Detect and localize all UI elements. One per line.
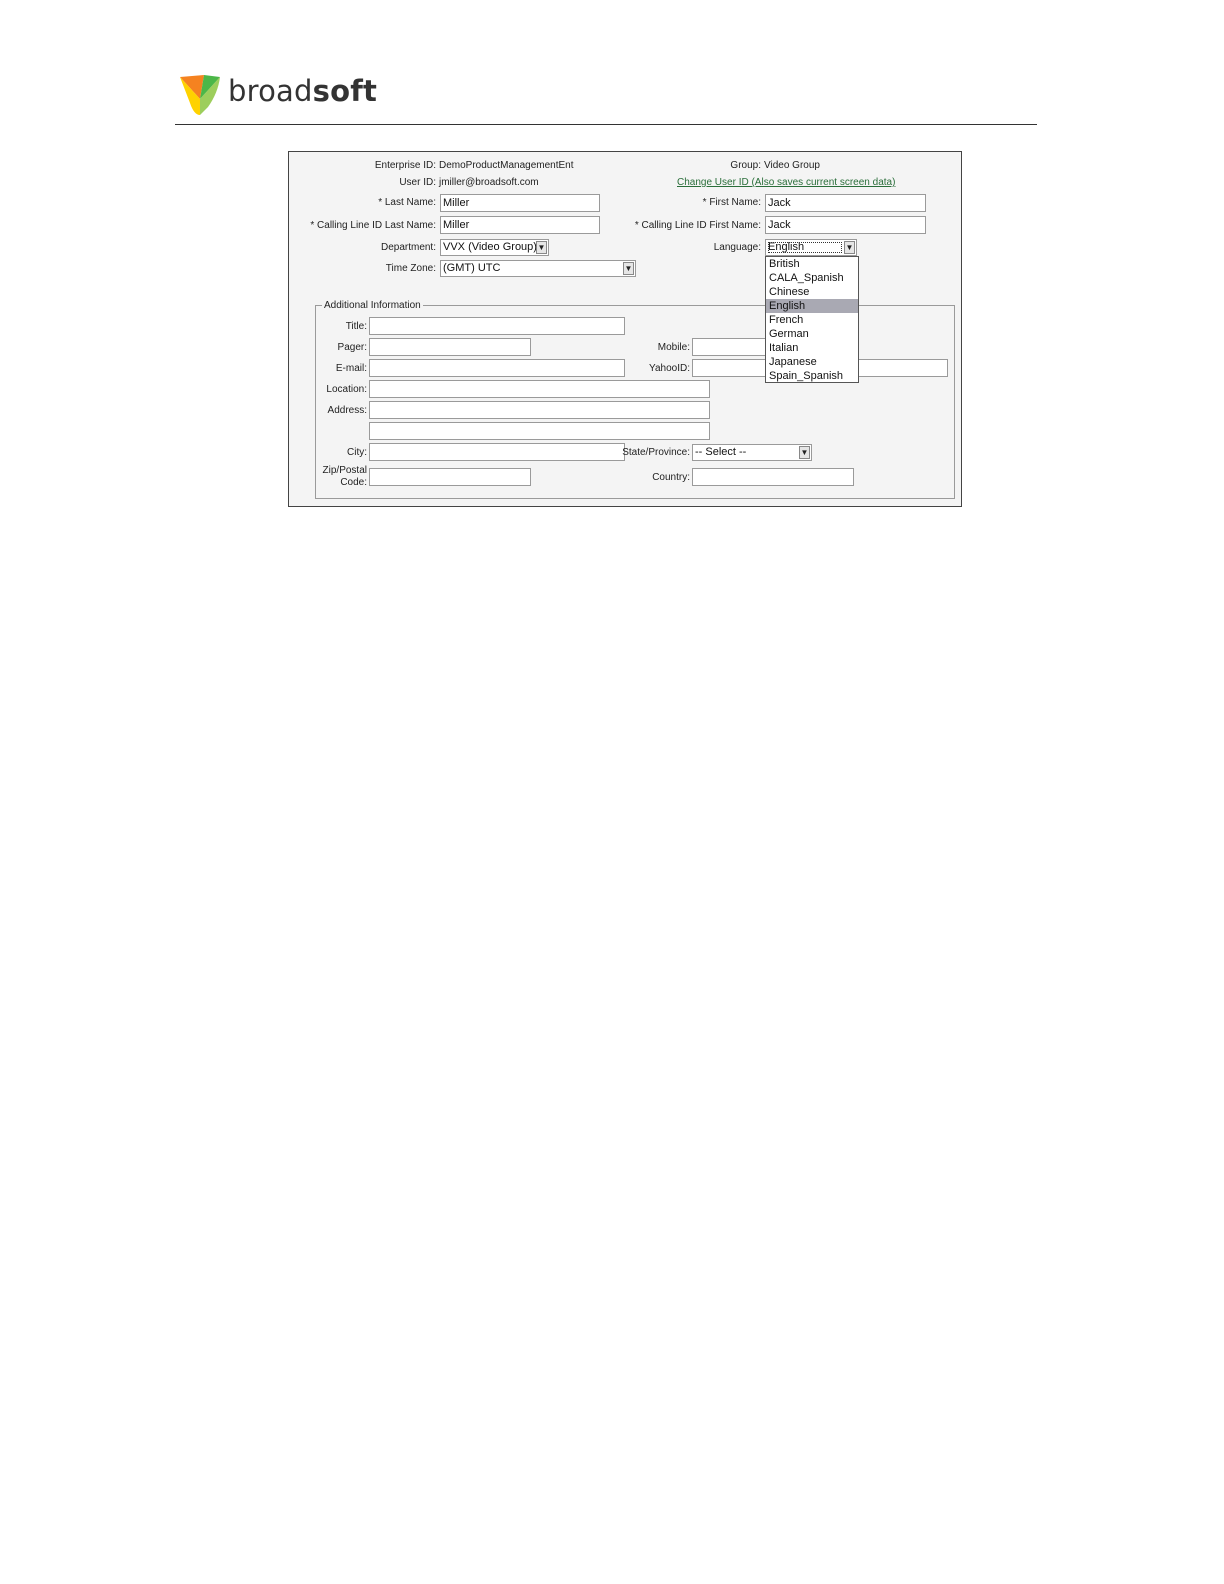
address-label: Address: [327, 405, 367, 416]
clid-first-name-label: * Calling Line ID First Name: [634, 220, 761, 231]
language-option[interactable]: British [766, 257, 858, 271]
language-option[interactable]: French [766, 313, 858, 327]
zip-label-line1: Zip/Postal [322, 465, 367, 476]
zip-label-line2: Code: [340, 477, 367, 488]
yahooid-label: YahooID: [649, 363, 690, 374]
first-name-label: * First Name: [702, 197, 761, 208]
broadsoft-logo-icon [180, 75, 220, 115]
chevron-down-icon[interactable]: ▼ [799, 446, 810, 459]
zip-postal-code-input[interactable] [369, 468, 531, 486]
chevron-down-icon[interactable]: ▼ [623, 262, 634, 275]
time-zone-selected-value: (GMT) UTC [443, 262, 501, 274]
title-label: Title: [345, 321, 367, 332]
state-province-select[interactable]: -- Select -- ▼ [692, 444, 812, 461]
language-option[interactable]: Italian [766, 341, 858, 355]
country-input[interactable] [692, 468, 854, 486]
header-divider [175, 124, 1037, 125]
clid-last-name-label: * Calling Line ID Last Name: [310, 220, 436, 231]
language-option[interactable]: Japanese [766, 355, 858, 369]
language-option[interactable]: CALA_Spanish [766, 271, 858, 285]
language-option[interactable]: Chinese [766, 285, 858, 299]
language-option[interactable]: Spain_Spanish [766, 369, 858, 383]
enterprise-id-value: DemoProductManagementEnt [439, 160, 574, 171]
language-dropdown-list: British CALA_Spanish Chinese English Fre… [765, 256, 859, 383]
time-zone-select[interactable]: (GMT) UTC ▼ [440, 260, 636, 277]
first-name-input[interactable]: Jack [765, 194, 926, 212]
department-select[interactable]: VVX (Video Group) ▼ [440, 239, 549, 256]
brand-wordmark: broadsoft [228, 74, 378, 108]
pager-input[interactable] [369, 338, 531, 356]
language-label: Language: [713, 242, 761, 253]
clid-first-name-input[interactable]: Jack [765, 216, 926, 234]
department-label: Department: [380, 242, 436, 253]
last-name-input[interactable]: Miller [440, 194, 600, 212]
user-id-value: jmiller@broadsoft.com [439, 177, 539, 188]
mobile-label: Mobile: [657, 342, 690, 353]
chevron-down-icon[interactable]: ▼ [844, 241, 855, 254]
city-label: City: [347, 447, 367, 458]
language-select[interactable]: English ▼ [765, 239, 857, 256]
address-line2-input[interactable] [369, 422, 710, 440]
group-value: Video Group [764, 160, 820, 171]
address-line1-input[interactable] [369, 401, 710, 419]
title-input[interactable] [369, 317, 625, 335]
user-id-label: User ID: [399, 177, 436, 188]
last-name-label: * Last Name: [378, 197, 436, 208]
location-label: Location: [326, 384, 367, 395]
state-province-selected-value: -- Select -- [695, 446, 747, 458]
city-input[interactable] [369, 443, 625, 461]
email-input[interactable] [369, 359, 625, 377]
change-user-id-link[interactable]: Change User ID (Also saves current scree… [677, 177, 895, 189]
clid-last-name-input[interactable]: Miller [440, 216, 600, 234]
email-label: E-mail: [335, 363, 367, 374]
group-label: Group: [730, 160, 761, 171]
additional-information-legend: Additional Information [322, 300, 423, 312]
country-label: Country: [652, 472, 690, 483]
enterprise-id-label: Enterprise ID: [374, 160, 436, 171]
time-zone-label: Time Zone: [385, 263, 436, 274]
focus-ring [768, 242, 842, 253]
department-selected-value: VVX (Video Group) [443, 241, 537, 253]
state-province-label: State/Province: [622, 447, 690, 458]
language-option[interactable]: English [766, 299, 858, 313]
pager-label: Pager: [337, 342, 367, 353]
location-input[interactable] [369, 380, 710, 398]
language-option[interactable]: German [766, 327, 858, 341]
chevron-down-icon[interactable]: ▼ [536, 241, 547, 254]
